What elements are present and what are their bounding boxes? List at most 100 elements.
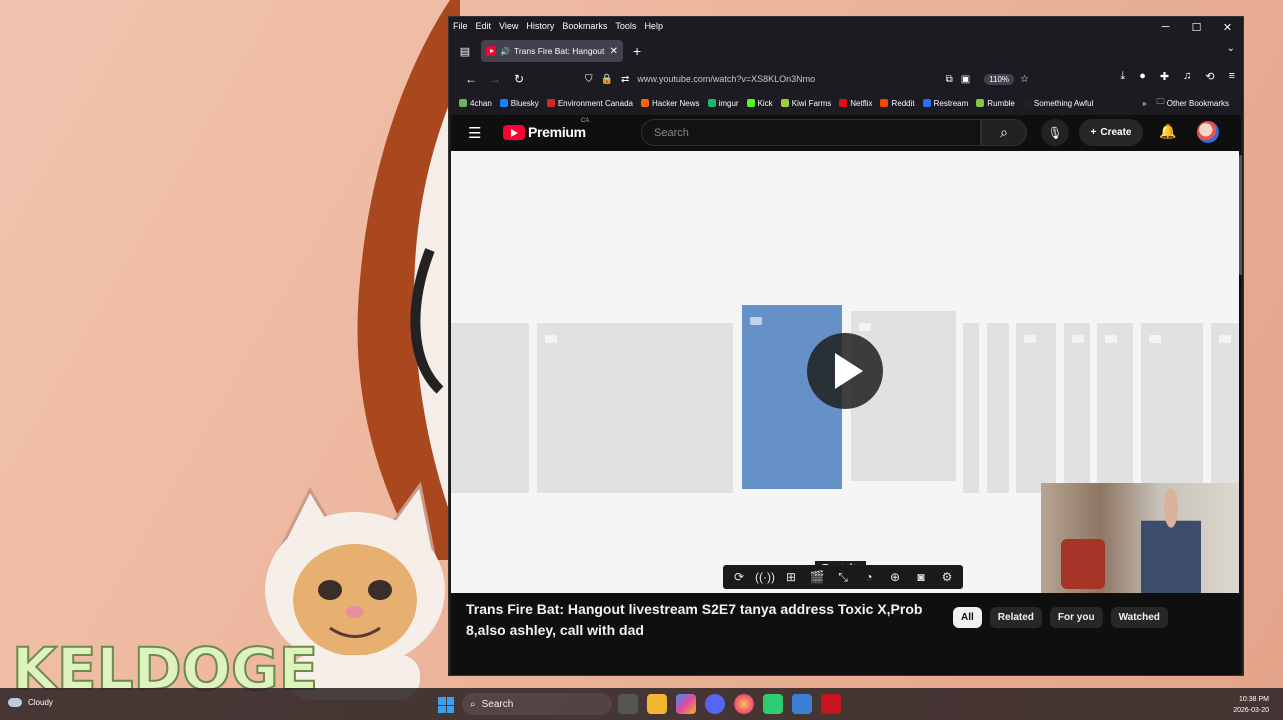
chip-all[interactable]: All xyxy=(953,607,982,628)
maximize-button[interactable]: ☐ xyxy=(1181,17,1212,37)
bookmark-favicon-icon xyxy=(707,99,716,107)
minimize-button[interactable]: ─ xyxy=(1150,17,1181,37)
weather-widget[interactable]: Cloudy xyxy=(8,698,53,707)
windows-taskbar: Cloudy ⌕ Search 10:38 PM 2026-03-20 xyxy=(0,688,1283,720)
chip-for-you[interactable]: For you xyxy=(1049,607,1103,628)
app-green-icon[interactable] xyxy=(763,694,783,714)
headphones-icon[interactable]: ♫ xyxy=(1183,70,1191,83)
close-tab-icon[interactable]: ✕ xyxy=(610,46,618,57)
menu-edit[interactable]: Edit xyxy=(476,21,492,31)
window-controls: ─ ☐ ✕ xyxy=(1150,17,1243,37)
tab-youtube[interactable]: 🔊 Trans Fire Bat: Hangout live ✕ xyxy=(481,40,623,62)
chip-watched[interactable]: Watched xyxy=(1110,607,1168,628)
avatar[interactable] xyxy=(1197,121,1219,143)
menu-bookmarks[interactable]: Bookmarks xyxy=(562,21,607,31)
tab-bar: ▤ 🔊 Trans Fire Bat: Hangout live ✕ + ⌄ xyxy=(449,39,1243,63)
plus-icon: + xyxy=(1090,127,1097,138)
bookmark-kiwi-farms[interactable]: Kiwi Farms xyxy=(780,99,831,108)
gear-icon[interactable]: ⚙ xyxy=(937,570,957,584)
bookmark-bluesky[interactable]: Bluesky xyxy=(499,99,539,108)
youtube-search-input[interactable]: Search xyxy=(641,119,981,146)
bookmark-kick[interactable]: Kick xyxy=(746,99,773,108)
menu-tools[interactable]: Tools xyxy=(615,21,636,31)
video-player[interactable]: Got it. xyxy=(451,151,1239,593)
file-explorer-icon[interactable] xyxy=(647,694,667,714)
logo-text: Premium xyxy=(528,124,586,140)
lock-icon[interactable]: 🔒 xyxy=(601,74,613,85)
copilot-icon[interactable] xyxy=(676,694,696,714)
firefox-icon[interactable] xyxy=(734,694,754,714)
hamburger-menu-icon[interactable]: ☰ xyxy=(468,124,481,142)
reload-button[interactable]: ↻ xyxy=(507,72,531,86)
youtube-play-logo-icon xyxy=(503,124,525,140)
zoom-level[interactable]: 110% xyxy=(984,73,1015,85)
start-button-windows-icon[interactable] xyxy=(438,697,454,713)
country-code: CA xyxy=(581,118,590,124)
resize-icon[interactable]: ⤡ xyxy=(833,570,853,585)
reader-view-icon[interactable]: ▣ xyxy=(961,74,970,85)
clapper-icon[interactable]: 🎬 xyxy=(807,570,827,584)
bookmark-star-icon[interactable]: ☆ xyxy=(1020,74,1029,85)
bookmark-environment-canada[interactable]: Environment Canada xyxy=(546,99,633,108)
back-button[interactable]: ← xyxy=(459,72,483,86)
extension-icon[interactable]: ● xyxy=(1139,70,1146,83)
menu-view[interactable]: View xyxy=(499,21,518,31)
bookmark-favicon-icon xyxy=(499,99,508,107)
microphone-icon[interactable]: 🎙 xyxy=(1041,119,1069,146)
player-extension-controls: ⟳ ((·)) ⊞ 🎬 ⤡ ◔ ⊕ ◙ ⚙ xyxy=(723,565,963,589)
app-window-icon[interactable] xyxy=(792,694,812,714)
notifications-bell-icon[interactable]: 🔔 xyxy=(1159,123,1176,140)
speed-icon[interactable]: ◔ xyxy=(859,570,879,584)
chevron-down-icon[interactable]: ⌄ xyxy=(1227,43,1235,54)
camera-icon[interactable]: ◙ xyxy=(911,570,931,584)
menu-history[interactable]: History xyxy=(526,21,554,31)
new-tab-button[interactable]: + xyxy=(633,43,641,59)
other-bookmarks-folder[interactable]: 🗀 Other Bookmarks xyxy=(1157,96,1229,110)
bookmark-imgur[interactable]: imgur xyxy=(707,99,739,108)
playback-settings-icon[interactable]: ⊞ xyxy=(781,570,801,584)
menu-help[interactable]: Help xyxy=(644,21,663,31)
extensions-puzzle-icon[interactable]: ✚ xyxy=(1160,70,1169,83)
loop-icon[interactable]: ⟳ xyxy=(729,570,749,584)
menu-file[interactable]: File xyxy=(453,21,468,31)
chip-related[interactable]: Related xyxy=(989,607,1042,628)
taskbar-search[interactable]: ⌕ Search xyxy=(462,693,612,715)
bookmark-something-awful[interactable]: Something Awful xyxy=(1022,99,1093,108)
hamburger-menu-icon[interactable]: ≡ xyxy=(1229,70,1235,83)
downloads-icon[interactable]: ⤓ xyxy=(1120,70,1125,83)
forward-button[interactable]: → xyxy=(483,72,507,86)
youtube-premium-logo[interactable]: Premium CA xyxy=(503,118,589,140)
bookmark-hacker-news[interactable]: Hacker News xyxy=(640,99,700,108)
address-bar[interactable]: ⛉ 🔒 ⇄ www.youtube.com/watch?v=XS8KLOn3Nm… xyxy=(579,67,1043,91)
tab-title: Trans Fire Bat: Hangout live xyxy=(513,46,606,56)
bookmarks-overflow-icon[interactable]: » xyxy=(1142,99,1146,108)
bookmark-rumble[interactable]: Rumble xyxy=(976,99,1015,108)
system-clock[interactable]: 10:38 PM 2026-03-20 xyxy=(1233,694,1269,716)
bookmark-reddit[interactable]: Reddit xyxy=(880,99,915,108)
bookmark-4chan[interactable]: 4chan xyxy=(459,99,492,108)
toolbar-right: ⤓ ● ✚ ♫ ⟲ ≡ xyxy=(1120,70,1235,83)
video-frame-card xyxy=(987,323,1009,493)
webcam-person xyxy=(1141,489,1201,593)
add-icon[interactable]: ⊕ xyxy=(885,570,905,584)
page-scrollbar[interactable] xyxy=(1239,155,1242,275)
permissions-icon[interactable]: ⇄ xyxy=(621,74,629,85)
audio-icon[interactable]: ((·)) xyxy=(755,570,775,584)
url-text[interactable]: www.youtube.com/watch?v=XS8KLOn3Nmo xyxy=(637,74,945,84)
fox-character-art xyxy=(357,0,460,560)
create-button[interactable]: + Create xyxy=(1079,119,1143,146)
bookmark-netflix[interactable]: Netflix xyxy=(839,99,872,108)
shield-icon[interactable]: ⛉ xyxy=(585,74,593,85)
search-icon[interactable]: ⌕ xyxy=(981,119,1027,146)
task-view-icon[interactable] xyxy=(618,694,638,714)
bookmark-restream[interactable]: Restream xyxy=(922,99,968,108)
tab-list-icon[interactable]: ▤ xyxy=(455,45,475,58)
play-button-icon[interactable] xyxy=(807,333,883,409)
folder-icon: 🗀 xyxy=(1156,97,1167,106)
sync-icon[interactable]: ⟲ xyxy=(1205,70,1214,83)
app-red-play-icon[interactable] xyxy=(821,694,841,714)
speaker-icon[interactable]: 🔊 xyxy=(500,47,510,56)
discord-icon[interactable] xyxy=(705,694,725,714)
picture-in-picture-icon[interactable]: ⧉ xyxy=(946,74,953,85)
close-window-button[interactable]: ✕ xyxy=(1212,17,1243,37)
